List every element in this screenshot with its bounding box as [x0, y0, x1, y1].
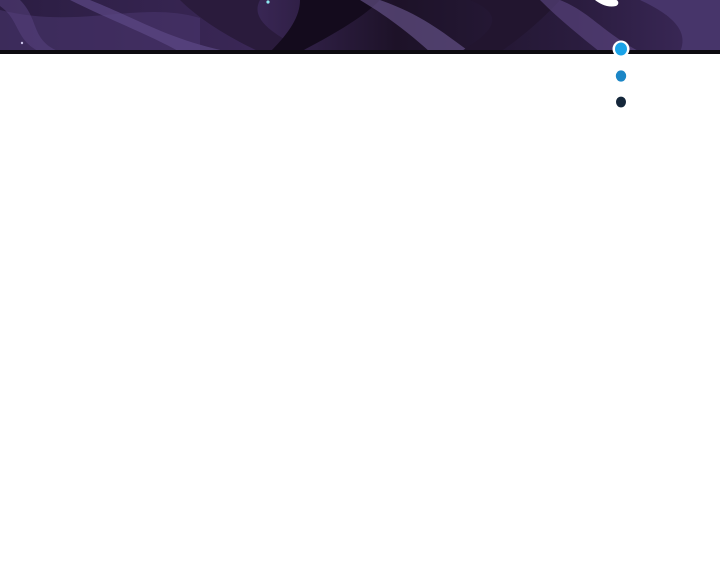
ellipsis-dots-icon [605, 38, 639, 114]
comic-page [0, 0, 720, 562]
dot-icon [616, 96, 626, 108]
dot-icon [615, 70, 627, 82]
sparkle-icon [20, 41, 24, 45]
sparkle-icon [266, 0, 270, 4]
dot-icon [615, 42, 627, 56]
